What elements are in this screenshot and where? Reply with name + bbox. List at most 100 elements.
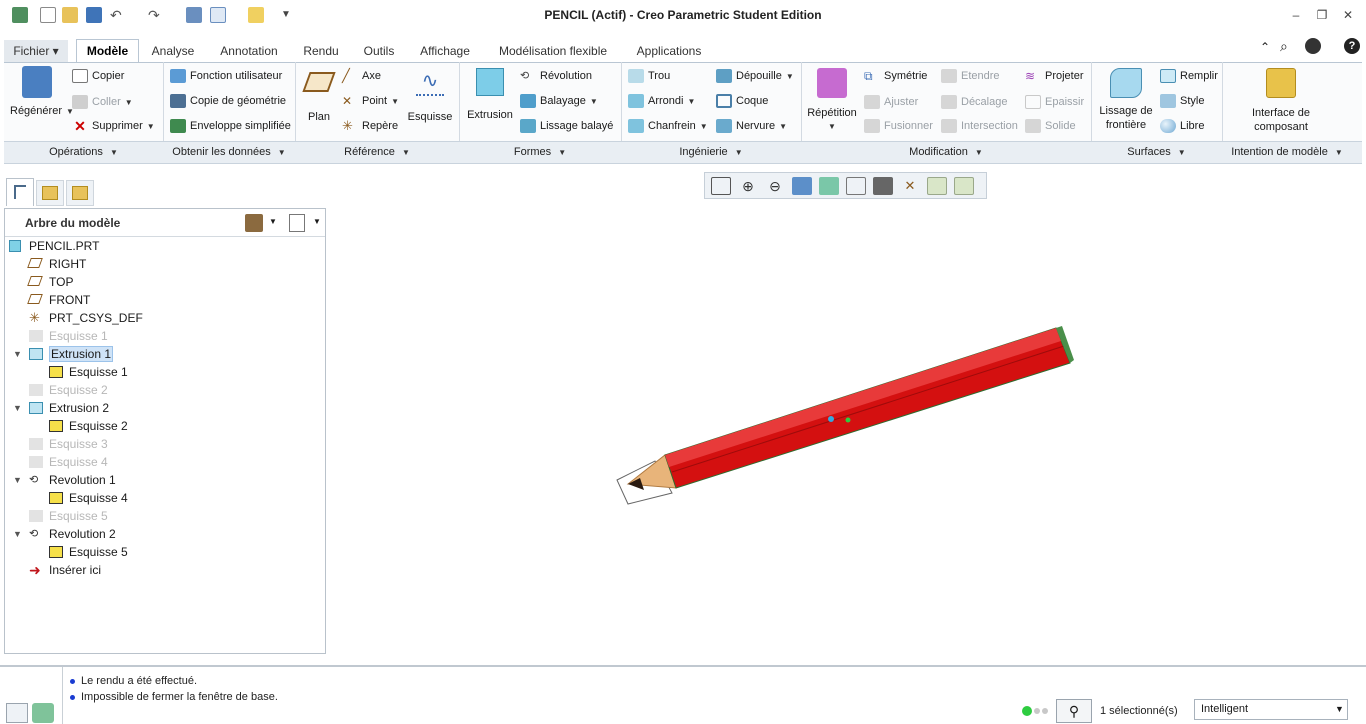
tab-outils[interactable]: Outils	[352, 40, 406, 62]
tree-show-dropdown-icon[interactable]: ▼	[313, 217, 321, 226]
view-manager-icon[interactable]	[873, 177, 893, 195]
tree-item-sketch-hidden[interactable]: Esquisse 4	[29, 453, 108, 471]
browser-toggle-icon[interactable]	[32, 703, 54, 723]
graphics-window[interactable]	[330, 205, 1360, 660]
copy-geometry-button[interactable]: Copie de géométrie	[170, 94, 286, 109]
tree-settings-icon[interactable]	[245, 214, 263, 232]
tree-item-sketch[interactable]: Esquisse 2	[49, 417, 128, 435]
undo-icon[interactable]: ↶	[110, 7, 126, 23]
axis-button[interactable]: ╱ Axe	[342, 69, 381, 83]
customize-icon[interactable]: ▼	[278, 7, 294, 23]
pattern-button[interactable]: Répétition ▼	[806, 68, 858, 134]
tree-item-sketch[interactable]: Esquisse 5	[49, 543, 128, 561]
refit-icon[interactable]	[711, 177, 731, 195]
sweep-button[interactable]: Balayage ▼	[520, 94, 598, 109]
favorites-tab[interactable]	[66, 180, 94, 206]
selection-filter-select[interactable]: Intelligent ▼	[1194, 699, 1348, 720]
shell-button[interactable]: Coque	[716, 94, 768, 109]
rib-button[interactable]: Nervure ▼	[716, 119, 787, 134]
csys-button[interactable]: ✳ Repère	[342, 119, 398, 133]
group-obtenir-donnees[interactable]: Obtenir les données ▼	[163, 146, 295, 158]
plane-button[interactable]: Plan	[300, 70, 338, 124]
chamfer-button[interactable]: Chanfrein ▼	[628, 119, 708, 134]
tree-show-icon[interactable]	[289, 214, 305, 232]
tab-rendu[interactable]: Rendu	[292, 40, 350, 62]
tree-item-sketch-hidden[interactable]: Esquisse 5	[29, 507, 108, 525]
delete-button[interactable]: ✕ Supprimer ▼	[72, 119, 155, 134]
merge-button[interactable]: Fusionner	[864, 119, 933, 134]
extend-button[interactable]: Etendre	[941, 69, 1000, 84]
paste-button[interactable]: Coller ▼	[72, 95, 133, 110]
component-interface-button[interactable]: Interface de composant	[1236, 68, 1326, 134]
tab-modele[interactable]: Modèle	[76, 39, 139, 62]
tree-item-front[interactable]: FRONT	[27, 291, 90, 309]
tree-settings-dropdown-icon[interactable]: ▼	[269, 217, 277, 226]
group-ingenierie[interactable]: Ingénierie ▼	[621, 146, 801, 158]
regenerate-icon[interactable]	[186, 7, 202, 23]
tree-item-right[interactable]: RIGHT	[27, 255, 86, 273]
zoom-in-icon[interactable]: ⊕	[738, 177, 758, 195]
help-question-icon[interactable]: ?	[1344, 38, 1360, 54]
navigator-toggle-icon[interactable]	[6, 703, 28, 723]
minimize-icon[interactable]: –	[1288, 7, 1304, 23]
close-icon[interactable]: ✕	[1340, 7, 1356, 23]
tree-item-revolution-2[interactable]: ⟲ Revolution 2	[29, 525, 116, 543]
draft-button[interactable]: Dépouille ▼	[716, 69, 794, 84]
thicken-button[interactable]: Epaissir	[1025, 95, 1084, 110]
offset-button[interactable]: Décalage	[941, 95, 1007, 110]
spin-center-icon[interactable]	[954, 177, 974, 195]
group-modification[interactable]: Modification ▼	[801, 146, 1091, 158]
trim-button[interactable]: Ajuster	[864, 95, 918, 110]
save-icon[interactable]	[86, 7, 102, 23]
folder-browser-tab[interactable]	[36, 180, 64, 206]
hole-button[interactable]: Trou	[628, 69, 670, 84]
tab-analyse[interactable]: Analyse	[140, 40, 206, 62]
new-icon[interactable]	[40, 7, 56, 23]
copy-button[interactable]: Copier	[72, 69, 124, 84]
freestyle-button[interactable]: Libre	[1160, 119, 1204, 134]
tree-item-extrusion-2[interactable]: Extrusion 2	[29, 399, 109, 417]
expand-icon[interactable]: ▼	[13, 403, 23, 413]
style-button[interactable]: Style	[1160, 94, 1204, 109]
find-icon[interactable]: ⚲	[1056, 699, 1092, 723]
tree-item-sketch-hidden[interactable]: Esquisse 3	[29, 435, 108, 453]
swept-blend-button[interactable]: Lissage balayé	[520, 119, 613, 134]
repaint-icon[interactable]	[792, 177, 812, 195]
close-window-icon[interactable]	[248, 7, 264, 23]
intersect-button[interactable]: Intersection	[941, 119, 1018, 134]
datum-display-icon[interactable]: ✕	[900, 177, 920, 195]
group-intention-modele[interactable]: Intention de modèle ▼	[1222, 146, 1352, 158]
tree-item-csys[interactable]: ✳ PRT_CSYS_DEF	[29, 309, 143, 327]
tab-annotation[interactable]: Annotation	[208, 40, 290, 62]
solidify-button[interactable]: Solide	[1025, 119, 1076, 134]
tree-item-revolution-1[interactable]: ⟲ Revolution 1	[29, 471, 116, 489]
saved-orientations-icon[interactable]	[846, 177, 866, 195]
redo-icon[interactable]: ↷	[148, 7, 164, 23]
restore-icon[interactable]: ❐	[1314, 7, 1330, 23]
group-operations[interactable]: Opérations ▼	[4, 146, 163, 158]
group-surfaces[interactable]: Surfaces ▼	[1091, 146, 1222, 158]
regenerate-button[interactable]: Régénérer ▼	[10, 66, 74, 119]
fill-button[interactable]: Remplir	[1160, 69, 1218, 84]
help-icon[interactable]	[1305, 38, 1321, 54]
tree-item-sketch-hidden[interactable]: Esquisse 1	[29, 327, 108, 345]
open-icon[interactable]	[62, 7, 78, 23]
round-button[interactable]: Arrondi ▼	[628, 94, 695, 109]
tree-item-part[interactable]: PENCIL.PRT	[9, 237, 99, 255]
tab-affichage[interactable]: Affichage	[408, 40, 482, 62]
search-icon[interactable]: ⌕	[1280, 38, 1288, 55]
expand-icon[interactable]: ▼	[13, 475, 23, 485]
expand-icon[interactable]: ▼	[13, 529, 23, 539]
display-style-icon[interactable]	[819, 177, 839, 195]
expand-icon[interactable]: ▼	[13, 349, 23, 359]
tab-applications[interactable]: Applications	[624, 40, 714, 62]
annotation-display-icon[interactable]	[927, 177, 947, 195]
tree-item-sketch[interactable]: Esquisse 1	[49, 363, 128, 381]
sketch-button[interactable]: ∿ Esquisse	[404, 70, 456, 124]
revolve-button[interactable]: ⟲ Révolution	[520, 69, 592, 83]
shrinkwrap-button[interactable]: Enveloppe simplifiée	[170, 119, 291, 134]
zoom-out-icon[interactable]: ⊖	[765, 177, 785, 195]
tab-fichier[interactable]: Fichier ▾	[4, 40, 68, 62]
mirror-button[interactable]: ⧉ Symétrie	[864, 69, 927, 83]
boundary-blend-button[interactable]: Lissage de frontière	[1096, 68, 1156, 132]
